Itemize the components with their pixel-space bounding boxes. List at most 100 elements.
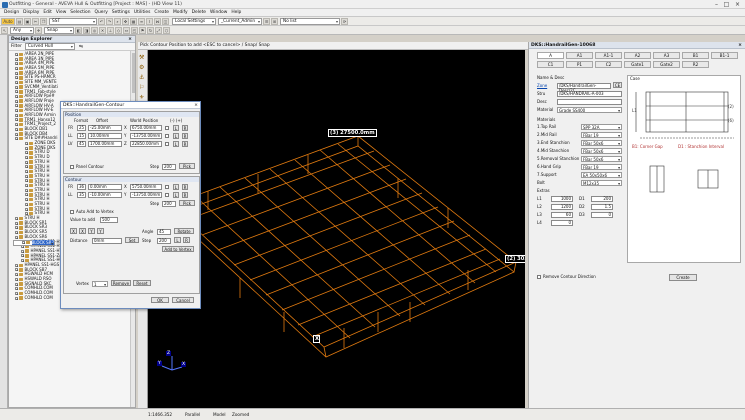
menu-settings[interactable]: Settings (112, 9, 130, 17)
remove-contour-checkbox[interactable] (537, 275, 541, 279)
expand-icon[interactable]: + (15, 137, 19, 141)
menu-view[interactable]: View (56, 9, 66, 17)
zoom-icon[interactable]: ⌕ (114, 17, 121, 25)
tab-p1[interactable]: P1 (566, 61, 593, 68)
contour-lock-checkbox[interactable] (165, 184, 169, 189)
expand-icon[interactable]: + (15, 57, 19, 61)
panel-close-icon[interactable]: × (738, 42, 742, 49)
ok-button[interactable]: OK (151, 297, 169, 303)
pan-icon[interactable]: ✥ (122, 17, 129, 25)
expand-icon[interactable]: + (25, 202, 29, 206)
contour-lock-checkbox[interactable] (165, 192, 169, 197)
reset-button[interactable]: Reset (133, 280, 151, 286)
expand-icon[interactable]: + (15, 80, 19, 84)
menu-utilities[interactable]: Utilities (134, 9, 151, 17)
pick-icon[interactable]: ✛ (35, 26, 42, 34)
desc-input[interactable] (557, 99, 622, 105)
menu-query[interactable]: Query (95, 9, 108, 17)
tab-a1-1[interactable]: A1-1 (595, 52, 622, 59)
pipe-icon[interactable]: ⌇ (146, 17, 153, 25)
cut-icon[interactable]: ✂ (32, 17, 39, 25)
expand-icon[interactable]: + (15, 221, 19, 225)
tab-r2[interactable]: R2 (682, 61, 709, 68)
expand-icon[interactable]: + (15, 109, 19, 113)
expand-icon[interactable]: + (25, 174, 29, 178)
set-button[interactable]: Set (125, 237, 139, 243)
dialog-close-icon[interactable]: × (194, 102, 198, 109)
snap-cen-icon[interactable]: ◎ (91, 26, 98, 34)
rotate-left-button[interactable]: L (174, 237, 181, 243)
close-icon[interactable]: × (128, 36, 132, 43)
vertex-select[interactable]: 1 (92, 281, 108, 287)
create-button[interactable]: Create (669, 274, 697, 281)
expand-icon[interactable]: + (15, 71, 19, 75)
pick-button-1[interactable]: Pick (179, 163, 195, 169)
auto-mode-button[interactable]: Auto (1, 17, 15, 25)
zone-label[interactable]: Zone (537, 83, 547, 88)
position-frame-input[interactable]: 25 (77, 125, 86, 131)
expand-icon[interactable]: + (25, 188, 29, 192)
copy-icon[interactable]: ❐ (40, 17, 47, 25)
tab-c1[interactable]: C1 (537, 61, 564, 68)
expand-icon[interactable]: + (15, 118, 19, 122)
expand-icon[interactable]: + (25, 151, 29, 155)
value-to-add-input[interactable]: 500 (100, 217, 118, 223)
clip-icon[interactable]: ◰ (131, 26, 138, 34)
snap-near-icon[interactable]: ◇ (115, 26, 122, 34)
expand-icon[interactable]: + (15, 52, 19, 56)
walk-icon[interactable]: ⚑ (139, 26, 146, 34)
expand-icon[interactable]: + (21, 259, 25, 263)
position-offset-input[interactable]: -25.00mm (88, 125, 122, 131)
tab-gate2[interactable]: Gate2 (653, 61, 680, 68)
contour-world-input[interactable]: 5750.00mm (130, 184, 162, 190)
position-world-input[interactable]: -13750.00mm (130, 133, 162, 139)
expand-icon[interactable]: + (15, 99, 19, 103)
menu-window[interactable]: Window (210, 9, 227, 17)
expand-icon[interactable]: + (22, 241, 26, 245)
position-offset-input[interactable]: 1700.00mm (88, 141, 122, 147)
expand-icon[interactable]: + (15, 268, 19, 272)
menu-display[interactable]: Display (23, 9, 39, 17)
tool-ladder-icon[interactable]: ⚐ (139, 84, 144, 91)
valve-icon[interactable]: ⋈ (154, 17, 161, 25)
expand-icon[interactable]: + (15, 62, 19, 66)
tab-a2[interactable]: A2 (624, 52, 651, 59)
contour-frame-input[interactable]: 35 (77, 192, 86, 198)
expand-icon[interactable]: + (15, 90, 19, 94)
expand-icon[interactable]: + (15, 235, 19, 239)
tree-item[interactable]: + BLOCK SR7 (13, 239, 56, 246)
material-row-select[interactable]: FBar 19 (581, 132, 622, 138)
expand-icon[interactable]: + (15, 123, 19, 127)
step-input-1[interactable]: 200 (162, 164, 176, 170)
angle-input[interactable]: 45 (157, 229, 171, 235)
expand-icon[interactable]: + (15, 263, 19, 267)
contour-left-button[interactable]: L (173, 191, 179, 198)
minimize-button[interactable]: – (712, 1, 721, 8)
expand-icon[interactable]: + (25, 165, 29, 169)
3d-viewport[interactable]: (3) 27500.0mm (2) 303 X Z Y X (148, 50, 525, 408)
extra-key-input[interactable]: 1.5 (591, 204, 613, 210)
stru-input[interactable]: /DKS/HANDRAIL-A-003 (557, 91, 622, 97)
expand-icon[interactable]: + (15, 296, 19, 300)
snap-combo[interactable]: Snap (44, 26, 74, 34)
expand-icon[interactable]: + (15, 230, 19, 234)
position-right-button[interactable]: R (182, 140, 188, 147)
menu-delete[interactable]: Delete (192, 9, 206, 17)
extra-key-input[interactable]: 200 (591, 196, 613, 202)
tab-b1-1[interactable]: B1-1 (711, 52, 738, 59)
maximize-button[interactable]: □ (722, 1, 731, 8)
position-left-button[interactable]: L (173, 140, 179, 147)
expand-icon[interactable]: + (15, 291, 19, 295)
expand-icon[interactable]: + (25, 179, 29, 183)
expand-icon[interactable]: + (15, 76, 19, 80)
snap-mid-icon[interactable]: ◨ (83, 26, 90, 34)
rotate-right-button[interactable]: R (183, 237, 190, 243)
expand-icon[interactable]: + (25, 146, 29, 150)
contour-offset-input[interactable]: 0.00mm (88, 184, 122, 190)
material-row-select[interactable]: EA 50x50x6 (581, 172, 622, 178)
menu-selection[interactable]: Selection (70, 9, 90, 17)
expand-icon[interactable]: + (15, 66, 19, 70)
material-select[interactable]: Grade SS400 (557, 107, 622, 113)
expand-icon[interactable]: + (21, 249, 25, 253)
position-frame-input[interactable]: 15 (77, 133, 86, 139)
